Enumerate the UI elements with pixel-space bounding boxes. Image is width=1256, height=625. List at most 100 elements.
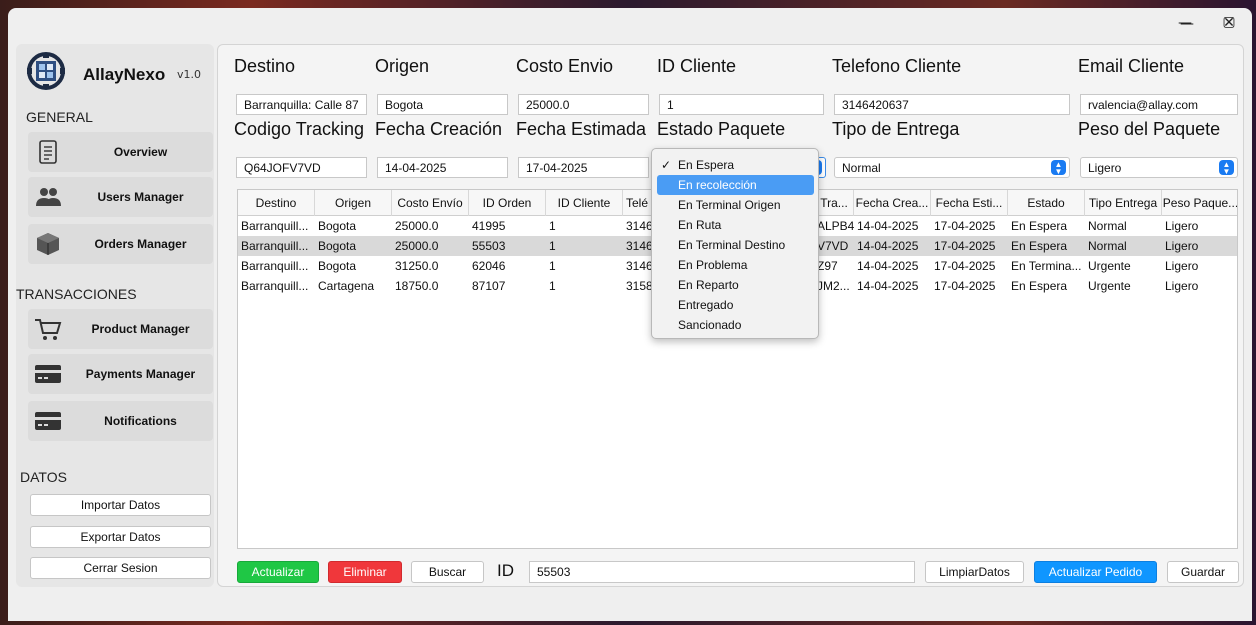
cell-costo: 25000.0	[395, 239, 439, 253]
app-name: AllayNexo	[83, 65, 166, 84]
id-search-input[interactable]: 55503	[529, 561, 915, 583]
cell-id-cliente: 1	[549, 239, 556, 253]
cell-id-cliente: 1	[549, 259, 556, 273]
col-origen[interactable]: Origen	[315, 190, 392, 216]
box-icon	[37, 233, 59, 255]
option-label: En Reparto	[678, 278, 739, 292]
estado-option-en-espera[interactable]: ✓ En Espera	[657, 155, 814, 175]
label-costo-envio: Costo Envio	[516, 56, 614, 76]
buscar-button[interactable]: Buscar	[411, 561, 484, 583]
cell-fecha-creacion: 14-04-2025	[857, 279, 919, 293]
cell-fecha-creacion: 14-04-2025	[857, 219, 919, 233]
card-icon	[35, 412, 61, 430]
option-label: En Problema	[678, 258, 748, 272]
cell-tipo-entrega: Normal	[1088, 239, 1127, 253]
estado-option-en-ruta[interactable]: En Ruta	[657, 215, 814, 235]
cell-fecha-creacion: 14-04-2025	[857, 239, 919, 253]
cell-estado: En Termina...	[1011, 259, 1082, 273]
eliminar-button[interactable]: Eliminar	[328, 561, 402, 583]
actualizar-button[interactable]: Actualizar	[237, 561, 319, 583]
estado-option-en-recoleccion[interactable]: En recolección	[657, 175, 814, 195]
cell-fecha-creacion: 14-04-2025	[857, 259, 919, 273]
col-tracking[interactable]: Tra...	[815, 190, 854, 216]
label-origen: Origen	[375, 56, 430, 76]
fecha-creacion-input[interactable]: 14-04-2025	[377, 157, 508, 178]
col-destino[interactable]: Destino	[238, 190, 315, 216]
limpiar-datos-button[interactable]: LimpiarDatos	[925, 561, 1024, 583]
telefono-cliente-input[interactable]: 3146420637	[834, 94, 1070, 115]
nav-notifications-label: Notifications	[104, 414, 177, 428]
nav-product-manager-button[interactable]: Product Manager	[28, 309, 213, 349]
col-id-orden[interactable]: ID Orden	[469, 190, 546, 216]
peso-paquete-select[interactable]: Ligero ▲ ▼	[1080, 157, 1238, 178]
col-fecha-creacion[interactable]: Fecha Crea...	[854, 190, 931, 216]
users-icon	[36, 188, 61, 206]
estado-option-entregado[interactable]: Entregado	[657, 295, 814, 315]
destino-input[interactable]: Barranquilla: Calle 87	[236, 94, 367, 115]
nav-payments-manager-button[interactable]: Payments Manager	[28, 354, 213, 394]
cell-peso: Ligero	[1165, 279, 1199, 293]
cell-tracking: JM2...	[817, 279, 850, 293]
nav-users-manager-label: Users Manager	[97, 190, 184, 204]
estado-option-en-terminal-destino[interactable]: En Terminal Destino	[657, 235, 814, 255]
cart-icon	[35, 319, 62, 340]
cell-id-cliente: 1	[549, 279, 556, 293]
estado-paquete-dropdown[interactable]: ✓ En Espera En recolección En Terminal Or…	[651, 148, 819, 339]
costo-envio-input[interactable]: 25000.0	[518, 94, 649, 115]
nav-orders-manager-button[interactable]: Orders Manager	[28, 224, 213, 264]
nav-notifications-button[interactable]: Notifications	[28, 401, 213, 441]
cell-tipo-entrega: Urgente	[1088, 259, 1131, 273]
section-general: GENERAL	[26, 109, 93, 125]
cell-peso: Ligero	[1165, 219, 1199, 233]
cell-tipo-entrega: Urgente	[1088, 279, 1131, 293]
cell-origen: Cartagena	[318, 279, 375, 293]
col-id-cliente[interactable]: ID Cliente	[546, 190, 623, 216]
cell-tracking: ALPB4	[817, 219, 854, 233]
cell-origen: Bogota	[318, 239, 357, 253]
col-tipo-entrega[interactable]: Tipo Entrega	[1085, 190, 1162, 216]
nav-overview-button[interactable]: Overview	[28, 132, 213, 172]
estado-option-sancionado[interactable]: Sancionado	[657, 315, 814, 335]
cell-costo: 18750.0	[395, 279, 439, 293]
cerrar-sesion-button[interactable]: Cerrar Sesion	[30, 557, 211, 579]
fecha-estimada-input[interactable]: 17-04-2025	[518, 157, 649, 178]
document-icon	[39, 140, 57, 164]
cell-fecha-estimada: 17-04-2025	[934, 259, 996, 273]
id-cliente-input[interactable]: 1	[659, 94, 824, 115]
codigo-tracking-input[interactable]: Q64JOFV7VD	[236, 157, 367, 178]
cell-id-orden: 41995	[472, 219, 506, 233]
estado-option-en-problema[interactable]: En Problema	[657, 255, 814, 275]
nav-users-manager-button[interactable]: Users Manager	[28, 177, 213, 217]
window-minimize-button[interactable]: —	[1172, 13, 1202, 35]
col-costo-envio[interactable]: Costo Envío	[392, 190, 469, 216]
cell-destino: Barranquill...	[241, 279, 309, 293]
id-label: ID	[497, 561, 514, 580]
option-label: En Ruta	[678, 218, 722, 232]
origen-input[interactable]: Bogota	[377, 94, 508, 115]
cell-destino: Barranquill...	[241, 259, 309, 273]
estado-option-en-reparto[interactable]: En Reparto	[657, 275, 814, 295]
option-label: En Terminal Origen	[678, 198, 781, 212]
col-fecha-estimada[interactable]: Fecha Esti...	[931, 190, 1008, 216]
window-close-button[interactable]: ✕	[1214, 12, 1244, 34]
col-estado[interactable]: Estado	[1008, 190, 1085, 216]
cell-estado: En Espera	[1011, 279, 1068, 293]
label-destino: Destino	[234, 56, 296, 76]
allaynexo-logo-icon	[27, 52, 65, 90]
email-cliente-input[interactable]: rvalencia@allay.com	[1080, 94, 1238, 115]
label-peso-paquete: Peso del Paquete	[1078, 119, 1221, 139]
section-transacciones: TRANSACCIONES	[16, 286, 137, 302]
cell-id-orden: 62046	[472, 259, 506, 273]
cell-destino: Barranquill...	[241, 239, 309, 253]
cell-tracking: V7VD	[817, 239, 849, 253]
actualizar-pedido-button[interactable]: Actualizar Pedido	[1034, 561, 1157, 583]
guardar-button[interactable]: Guardar	[1167, 561, 1239, 583]
cell-peso: Ligero	[1165, 239, 1199, 253]
exportar-datos-button[interactable]: Exportar Datos	[30, 526, 211, 548]
label-codigo-tracking: Codigo Tracking	[234, 119, 365, 139]
col-peso-paquete[interactable]: Peso Paque...	[1162, 190, 1237, 216]
estado-option-en-terminal-origen[interactable]: En Terminal Origen	[657, 195, 814, 215]
tipo-entrega-select[interactable]: Normal ▲ ▼	[834, 157, 1070, 178]
cell-origen: Bogota	[318, 259, 357, 273]
importar-datos-button[interactable]: Importar Datos	[30, 494, 211, 516]
